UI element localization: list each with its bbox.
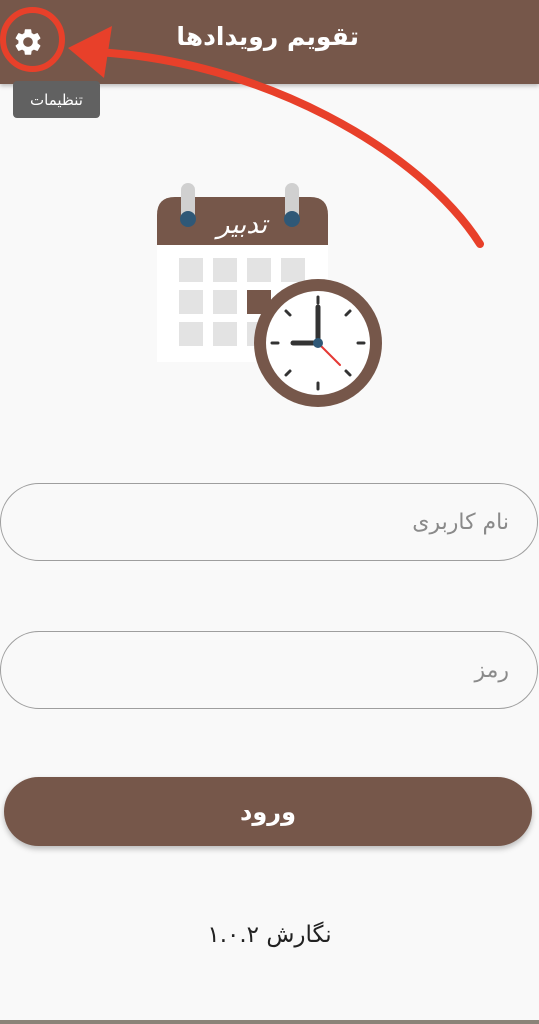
calendar-clock-icon: تدبیر xyxy=(157,183,382,407)
app-bar: تقویم رویدادها xyxy=(0,0,539,84)
gear-icon xyxy=(15,29,41,55)
logo-banner-text: تدبیر xyxy=(214,210,270,240)
bottom-edge xyxy=(0,1020,539,1024)
password-input[interactable] xyxy=(1,632,537,708)
login-screen: تقویم رویدادها تنظیمات تدبیر نام کاربری … xyxy=(0,0,539,1024)
username-input[interactable] xyxy=(1,484,537,560)
settings-button[interactable] xyxy=(8,22,48,62)
version-label: نگارش ۱.۰.۲ xyxy=(207,922,332,948)
login-button[interactable]: ورود xyxy=(4,777,532,846)
settings-tooltip: تنظیمات xyxy=(13,81,100,118)
app-title: تقویم رویدادها xyxy=(176,22,359,51)
username-field[interactable] xyxy=(0,483,538,561)
password-field[interactable] xyxy=(0,631,538,709)
